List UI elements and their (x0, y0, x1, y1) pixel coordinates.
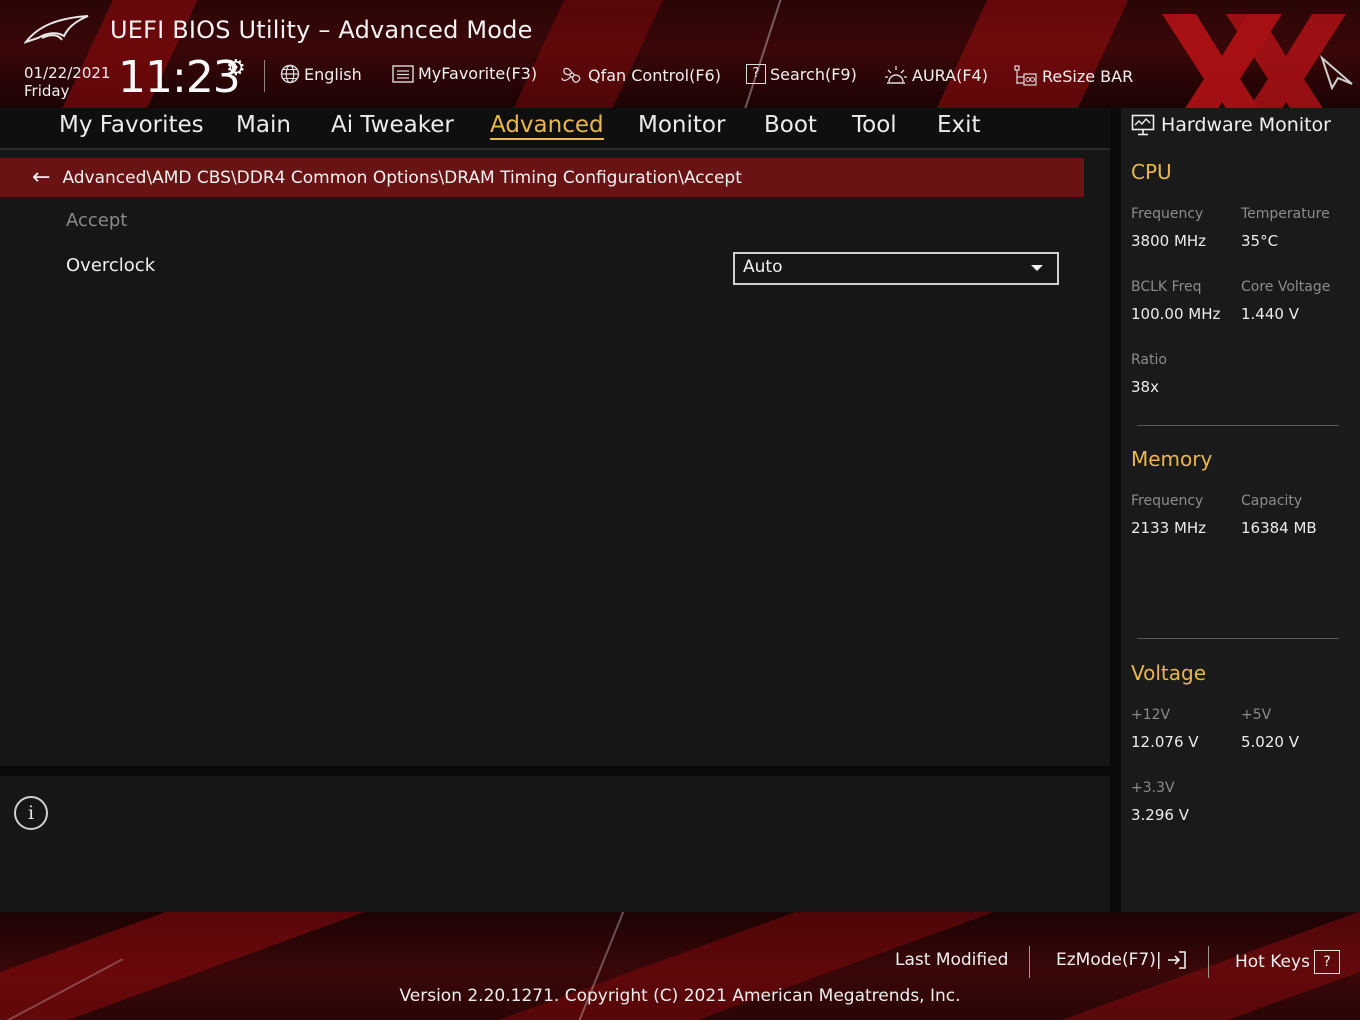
language-button[interactable]: English (280, 64, 362, 84)
back-arrow-icon[interactable]: ← (32, 165, 50, 190)
footer-divider (1029, 946, 1030, 978)
tab-my-favorites[interactable]: My Favorites (59, 112, 204, 138)
aura-label: AURA(F4) (912, 65, 988, 85)
tab-exit[interactable]: Exit (937, 112, 981, 138)
gear-icon[interactable]: ⚙ (226, 56, 246, 81)
hot-keys-button[interactable]: Hot Keys? (1235, 950, 1340, 974)
top-bar: UEFI BIOS Utility – Advanced Mode 01/22/… (0, 0, 1360, 108)
overclock-label: Overclock (66, 255, 156, 276)
ezmode-button[interactable]: EzMode(F7)| (1056, 950, 1187, 970)
date-display: 01/22/2021 Friday (24, 64, 110, 100)
version-text: Version 2.20.1271. Copyright (C) 2021 Am… (399, 986, 961, 1006)
overclock-select[interactable]: Auto (733, 252, 1059, 285)
settings-panel: ← Advanced\AMD CBS\DDR4 Common Options\D… (0, 150, 1110, 766)
sidebar-divider (1110, 108, 1121, 912)
cpu-temperature-label: Temperature (1241, 206, 1330, 222)
resize-bar-icon (1014, 65, 1037, 86)
tab-boot[interactable]: Boot (764, 112, 817, 138)
memory-capacity-label: Capacity (1241, 493, 1303, 509)
hardware-monitor-title: Hardware Monitor (1131, 114, 1331, 136)
tab-ai-tweaker[interactable]: Ai Tweaker (331, 112, 454, 138)
qfan-control-label: Qfan Control(F6) (588, 65, 721, 85)
hot-keys-label: Hot Keys (1235, 952, 1310, 972)
date-text: 01/22/2021 (24, 64, 111, 82)
myfavorite-button[interactable]: MyFavorite(F3) (392, 64, 537, 83)
cpu-frequency-label: Frequency (1131, 206, 1204, 222)
rog-logo-icon (24, 15, 89, 44)
memory-frequency-label: Frequency (1131, 493, 1204, 509)
ratio-value: 38x (1131, 378, 1159, 396)
day-text: Friday (24, 82, 70, 100)
last-modified-button[interactable]: Last Modified (895, 950, 1008, 970)
monitor-icon (1131, 114, 1155, 136)
bclk-value: 100.00 MHz (1131, 305, 1221, 323)
cpu-section-divider (1137, 425, 1339, 426)
memory-section-divider (1137, 638, 1339, 639)
globe-icon (280, 64, 300, 84)
hardware-monitor-label: Hardware Monitor (1161, 114, 1331, 136)
voltage-heading: Voltage (1131, 661, 1207, 685)
toolbar-divider (264, 60, 265, 92)
core-voltage-label: Core Voltage (1241, 279, 1331, 295)
v5-value: 5.020 V (1241, 733, 1299, 751)
resize-bar-label: ReSize BAR (1042, 66, 1134, 86)
cpu-frequency-value: 3800 MHz (1131, 232, 1207, 250)
bottom-bar: Last Modified EzMode(F7)| Hot Keys? Vers… (0, 912, 1360, 1020)
search-label: Search(F9) (770, 64, 857, 84)
myfavorite-label: MyFavorite(F3) (418, 64, 538, 83)
ezmode-label: EzMode(F7)| (1056, 950, 1162, 970)
favorite-list-icon (392, 64, 414, 83)
aura-button[interactable]: AURA(F4) (884, 64, 988, 86)
v12-label: +12V (1131, 707, 1171, 723)
ratio-label: Ratio (1131, 352, 1167, 368)
resize-bar-button[interactable]: ReSize BAR (1012, 64, 1133, 88)
fan-icon (561, 67, 581, 83)
cpu-heading: CPU (1131, 160, 1172, 184)
memory-frequency-value: 2133 MHz (1131, 519, 1207, 537)
language-label: English (304, 64, 362, 84)
panel-divider (0, 766, 1112, 776)
v12-value: 12.076 V (1131, 733, 1199, 751)
core-voltage-value: 1.440 V (1241, 305, 1299, 323)
tab-tool[interactable]: Tool (852, 112, 897, 138)
search-button[interactable]: ? Search(F9) (746, 64, 857, 84)
breadcrumb-path: Advanced\AMD CBS\DDR4 Common Options\DRA… (62, 167, 742, 188)
memory-heading: Memory (1131, 447, 1213, 471)
info-icon: i (14, 796, 48, 830)
app-title: UEFI BIOS Utility – Advanced Mode (110, 16, 533, 44)
cpu-temperature-value: 35°C (1241, 232, 1279, 250)
clock-time: 11:23 (118, 52, 241, 103)
help-info-panel: i (0, 776, 1112, 912)
exit-to-ezmode-icon (1167, 951, 1186, 969)
v33-value: 3.296 V (1131, 806, 1189, 824)
footer-divider (1208, 946, 1209, 978)
accept-item: Accept (66, 210, 128, 231)
qfan-control-button[interactable]: Qfan Control(F6) (560, 64, 721, 86)
hardware-monitor-panel: Hardware Monitor CPU Frequency Temperatu… (1121, 108, 1360, 912)
overclock-value: Auto (743, 257, 783, 277)
tab-monitor[interactable]: Monitor (638, 112, 725, 138)
mouse-cursor-icon (1319, 54, 1353, 90)
aura-light-icon (885, 66, 907, 84)
tab-advanced[interactable]: Advanced (490, 112, 604, 140)
v5-label: +5V (1241, 707, 1272, 723)
tab-main[interactable]: Main (236, 112, 291, 138)
bclk-label: BCLK Freq (1131, 279, 1202, 295)
search-help-icon: ? (746, 64, 766, 84)
chevron-down-icon (1031, 265, 1043, 271)
breadcrumb: ← Advanced\AMD CBS\DDR4 Common Options\D… (0, 158, 1084, 197)
help-key-icon: ? (1313, 950, 1340, 974)
memory-capacity-value: 16384 MB (1241, 519, 1317, 537)
main-menu-bar: My Favorites Main Ai Tweaker Advanced Mo… (0, 108, 1110, 150)
v33-label: +3.3V (1131, 780, 1175, 796)
